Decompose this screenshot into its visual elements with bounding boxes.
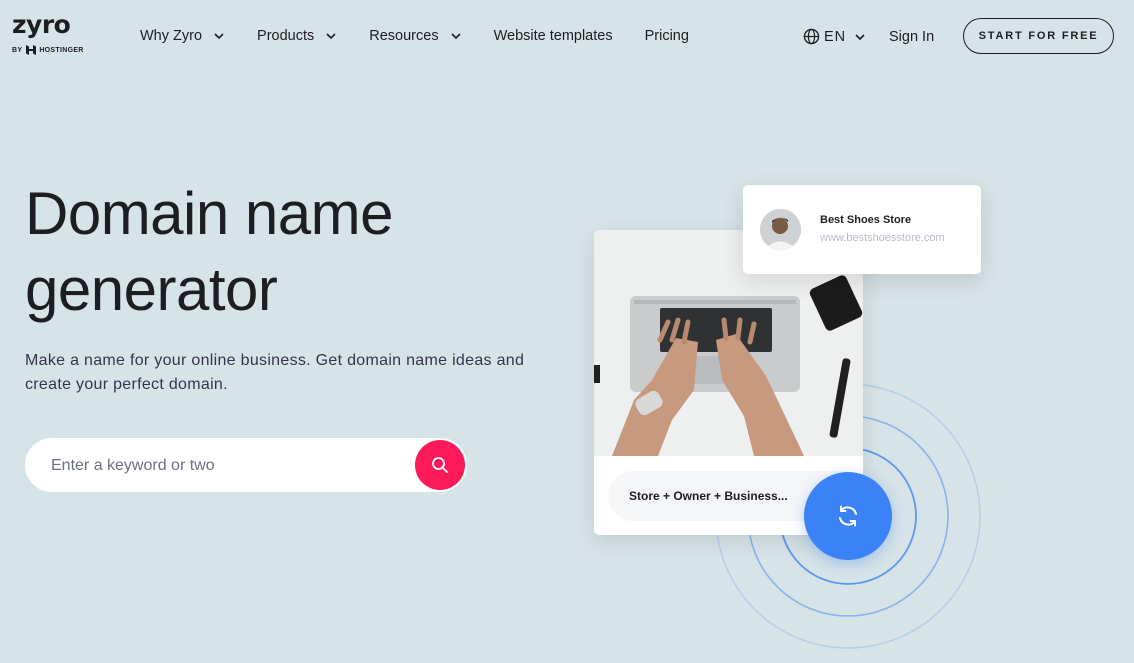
- globe-icon: [803, 28, 820, 45]
- search-button[interactable]: [415, 440, 465, 490]
- phone: [809, 275, 863, 331]
- profile-card: Best Shoes Store www.bestshoesstore.com: [743, 185, 981, 274]
- main-nav: Why Zyro Products Resources Website temp…: [140, 28, 721, 44]
- chevron-down-icon: [214, 33, 224, 40]
- hostinger-mark-icon: [26, 45, 37, 55]
- avatar-photo: [760, 209, 801, 250]
- domain-search-bar: [25, 438, 467, 494]
- nav-why-zyro[interactable]: Why Zyro: [140, 28, 225, 44]
- nav-label: Resources: [369, 28, 439, 44]
- nav-website-templates[interactable]: Website templates: [494, 28, 613, 44]
- nav-products[interactable]: Products: [257, 28, 337, 44]
- nav-label: Products: [257, 28, 315, 44]
- laptop-typing-photo: [594, 230, 863, 456]
- radar-rings: [715, 383, 981, 649]
- store-name: Best Shoes Store: [820, 214, 912, 226]
- page-title: Domain name generator: [25, 176, 545, 328]
- nav-pricing[interactable]: Pricing: [645, 28, 689, 44]
- byline-name: HOSTINGER: [39, 46, 84, 54]
- logo-wordmark: zyro: [12, 10, 71, 39]
- chevron-down-icon: [451, 33, 461, 40]
- chevron-down-icon: [855, 33, 865, 40]
- search-icon: [432, 457, 448, 473]
- hero-subtitle: Make a name for your online business. Ge…: [25, 352, 525, 393]
- nav-label: Why Zyro: [140, 28, 203, 44]
- laptop-body: [630, 296, 800, 392]
- zyro-logo[interactable]: zyro BY HOSTINGER: [12, 12, 92, 62]
- chevron-down-icon: [326, 33, 336, 40]
- nav-label: Pricing: [644, 28, 689, 44]
- refresh-icon: [839, 505, 857, 527]
- language-code: EN: [824, 28, 847, 45]
- keyword-search-input[interactable]: [49, 438, 413, 494]
- logo-byline: BY HOSTINGER: [12, 45, 92, 55]
- nav-resources[interactable]: Resources: [369, 28, 461, 44]
- title-line-1: Domain name: [25, 180, 394, 247]
- title-line-2: generator: [25, 256, 278, 323]
- right-hand: [716, 334, 804, 456]
- nav-label: Website templates: [493, 28, 613, 44]
- language-selector[interactable]: EN: [803, 28, 866, 45]
- byline-prefix: BY: [12, 46, 23, 54]
- sign-in-link[interactable]: Sign In: [889, 29, 934, 45]
- store-url: www.bestshoesstore.com: [820, 232, 945, 244]
- avatar: [760, 209, 801, 250]
- hero-illustration: Store + Owner + Business... Best Shoes S…: [0, 0, 1134, 663]
- regenerate-button[interactable]: [804, 472, 892, 560]
- start-for-free-button[interactable]: START FOR FREE: [963, 18, 1114, 54]
- laptop-keyboard: [660, 308, 772, 352]
- left-hand: [612, 338, 698, 456]
- wristwatch: [635, 390, 663, 416]
